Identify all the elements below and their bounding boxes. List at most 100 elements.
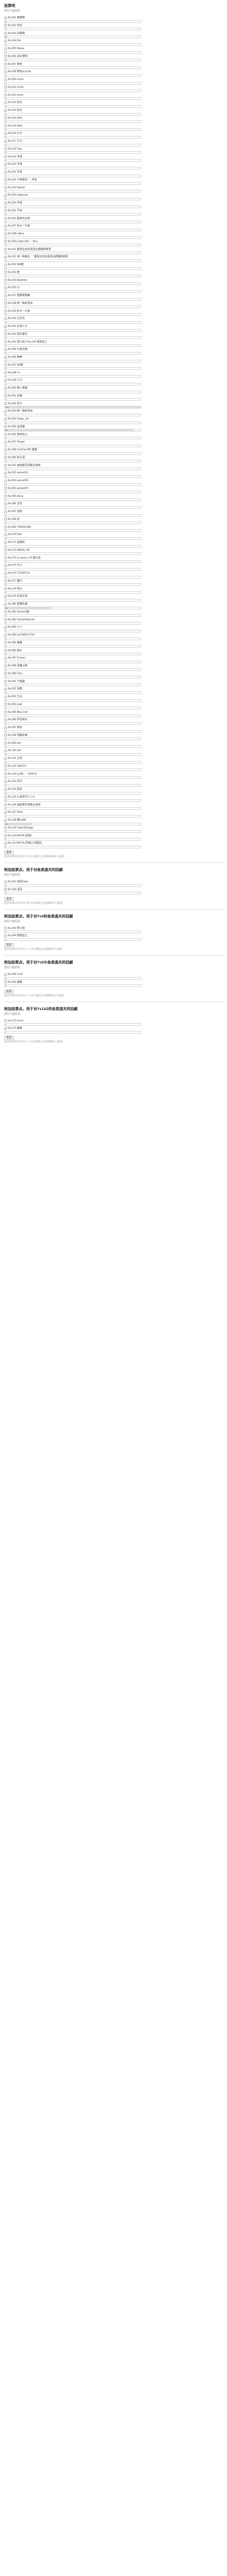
poll-option-label[interactable]: No.012 前次 [4, 100, 22, 105]
option-checkbox[interactable] [4, 294, 7, 297]
poll-option-label[interactable]: No.027 好大一只金 [4, 224, 30, 228]
option-checkbox[interactable] [4, 834, 7, 837]
poll-option-label[interactable]: No.063 anime001 [4, 479, 28, 483]
option-checkbox[interactable] [4, 448, 7, 451]
poll-option-label[interactable]: No.037 重慶閔閔輪 [4, 293, 30, 298]
poll-option-label[interactable]: No.057 Hosaic [4, 440, 25, 444]
poll-option-label[interactable]: No.065 Asica [4, 494, 23, 498]
poll-option-label[interactable]: No.018 Yuje [4, 147, 22, 151]
option-checkbox[interactable] [4, 94, 7, 96]
option-checkbox[interactable] [4, 564, 7, 567]
option-checkbox[interactable] [4, 356, 7, 359]
poll-option-label[interactable]: No.094 elad [4, 702, 22, 707]
option-checkbox[interactable] [4, 47, 7, 50]
poll-option-label[interactable]: No.081 DaremS蕭 [4, 610, 29, 614]
option-checkbox[interactable] [4, 217, 7, 220]
option-checkbox[interactable] [4, 140, 7, 143]
poll-option-label[interactable]: No.073 mrsm [4, 1019, 24, 1023]
option-checkbox[interactable] [4, 1019, 7, 1022]
poll-option-label[interactable]: No.031 用一种載负 ／ 聖而在前逃漢漢合肥種新郵票 [4, 255, 68, 259]
option-checkbox[interactable] [4, 302, 7, 305]
poll-option-label[interactable]: No.032 NM蕭 [4, 263, 24, 267]
poll-option-label[interactable]: No.013 前次 [4, 108, 22, 112]
poll-option-label[interactable]: No.009 mrsm [4, 77, 24, 82]
option-checkbox[interactable] [4, 24, 7, 27]
poll-option-label[interactable]: No.043 悲小狗十No.044 慢飛急之 [4, 340, 47, 344]
option-checkbox[interactable] [4, 780, 7, 783]
poll-option-label[interactable]: No.092 漢蕭 [4, 687, 22, 691]
poll-option-label[interactable]: No.093 立兵 [4, 695, 22, 699]
poll-option-label[interactable]: No.071 遊戲蛇 [4, 540, 25, 544]
poll-option-label[interactable]: No.084 lzz1985317910 [4, 633, 35, 637]
poll-option-label[interactable]: No.005 Mame [4, 47, 24, 51]
poll-option-label[interactable]: No.102 SENCO [4, 764, 26, 768]
option-checkbox[interactable] [4, 39, 7, 42]
option-checkbox[interactable] [4, 132, 7, 135]
poll-option-label[interactable]: No.024 浮漢 [4, 201, 22, 205]
poll-option-label[interactable]: No.099 kyo [4, 741, 21, 745]
poll-option-label[interactable]: No.050 無入果蕭 [4, 386, 28, 390]
option-checkbox[interactable] [4, 819, 7, 822]
poll-option-label[interactable]: No.104 夏芸 [4, 787, 22, 791]
poll-option-label[interactable]: No.100 ikar [4, 748, 21, 753]
vote-button[interactable]: 投票 [4, 897, 14, 901]
option-checkbox[interactable] [4, 981, 7, 984]
poll-option-label[interactable]: No.056 菲伊包子 [4, 433, 28, 437]
option-checkbox[interactable] [4, 124, 7, 127]
poll-option-label[interactable]: No.049 工口 [4, 378, 22, 382]
option-checkbox[interactable] [4, 610, 7, 614]
poll-option-label[interactable]: No.072 MENG_PA [4, 548, 30, 552]
poll-option-label[interactable]: No.060 前山漢 [4, 456, 25, 460]
option-checkbox[interactable] [4, 271, 7, 274]
poll-option-label[interactable]: No.088 漢蕭山節 [4, 664, 28, 668]
poll-option-label[interactable]: No.028 cafeur [4, 232, 24, 236]
option-checkbox[interactable] [4, 495, 7, 497]
poll-option-label[interactable]: No.080 厝樓性蕭 [4, 602, 28, 606]
poll-option-label[interactable]: No.029 ruafei-333 ・ Non [4, 240, 38, 244]
poll-option-label[interactable]: No.031 聖而在前逃漢漢合肥種新郵票 [4, 247, 51, 252]
poll-option-label[interactable]: No.066 宝烈 [4, 502, 22, 506]
poll-option-label[interactable]: No.040 五月青 [4, 316, 25, 321]
option-checkbox[interactable] [4, 310, 7, 312]
poll-option-label[interactable]: No.076 TOSHITLA [4, 571, 30, 575]
poll-option-label[interactable]: No.107 Nero [4, 810, 22, 814]
poll-option-label[interactable]: No.001 康康哪 [4, 16, 25, 20]
option-checkbox[interactable] [4, 618, 7, 621]
option-checkbox[interactable] [4, 502, 7, 505]
poll-option-label[interactable]: No.020 浮漢 [4, 162, 22, 166]
poll-option-label[interactable]: No.044 慢飛急之 [4, 934, 28, 938]
poll-option-label[interactable]: No.046 蒂蒂 [4, 355, 22, 359]
poll-option-label[interactable]: No.091 千蟾圖 [4, 679, 25, 684]
option-checkbox[interactable] [4, 580, 7, 583]
option-checkbox[interactable] [4, 773, 7, 775]
option-checkbox[interactable] [4, 888, 7, 891]
poll-option-label[interactable]: No.056 CurP [4, 972, 23, 977]
poll-option-label[interactable]: No.097 夷友 [4, 725, 22, 730]
option-checkbox[interactable] [4, 464, 7, 467]
option-checkbox[interactable] [4, 796, 7, 799]
option-checkbox[interactable] [4, 178, 7, 181]
option-checkbox[interactable] [4, 656, 7, 660]
option-checkbox[interactable] [4, 695, 7, 698]
option-checkbox[interactable] [4, 1027, 7, 1030]
option-checkbox[interactable] [4, 371, 7, 374]
option-checkbox[interactable] [4, 379, 7, 382]
poll-option-label[interactable]: No.017 灯元 [4, 139, 22, 143]
poll-option-label[interactable]: No.021 浮漢 [4, 170, 22, 174]
poll-option-label[interactable]: No.039 好大一只金 [4, 309, 30, 313]
option-checkbox[interactable] [4, 387, 7, 390]
poll-option-label[interactable]: No.004 DA [4, 39, 20, 43]
poll-option-label[interactable]: No.015 KKA [4, 124, 22, 128]
poll-option-label[interactable]: No.022 NamiD [4, 186, 25, 190]
option-checkbox[interactable] [4, 510, 7, 513]
vote-button[interactable]: 投票 [4, 943, 14, 947]
poll-option-label[interactable]: No.101 五母 [4, 756, 22, 761]
option-checkbox[interactable] [4, 934, 7, 937]
option-checkbox[interactable] [4, 224, 7, 228]
poll-option-label[interactable]: No.111 ARTIA (同剃) (中國耳) [4, 841, 42, 845]
option-checkbox[interactable] [4, 171, 7, 174]
option-checkbox[interactable] [4, 626, 7, 629]
option-checkbox[interactable] [4, 348, 7, 351]
poll-option-label[interactable]: No.077 蠢叮 [4, 579, 22, 583]
option-checkbox[interactable] [4, 155, 7, 158]
